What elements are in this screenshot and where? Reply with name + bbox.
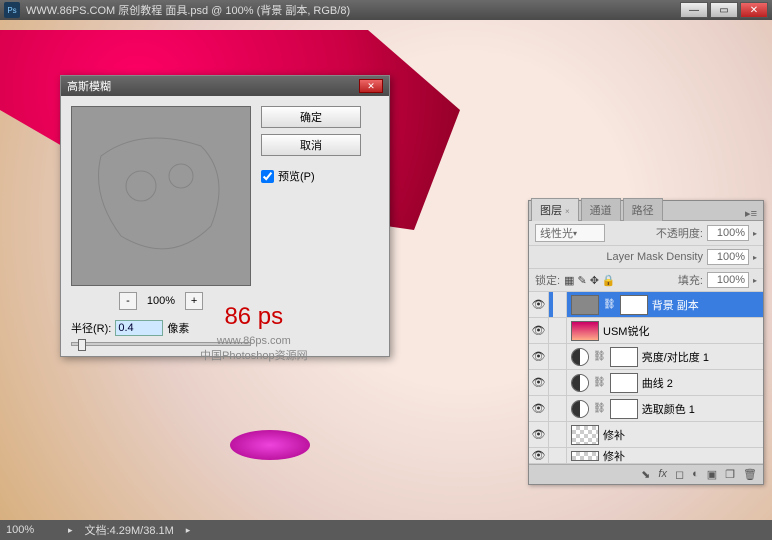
status-menu-icon[interactable]: ▸ bbox=[186, 525, 191, 536]
visibility-toggle[interactable]: 👁 bbox=[529, 370, 549, 395]
slider-thumb[interactable] bbox=[78, 339, 86, 351]
layer-row[interactable]: 👁 修补 bbox=[529, 448, 763, 464]
layer-name[interactable]: 修补 bbox=[603, 448, 759, 464]
preview-zoom-value: 100% bbox=[147, 295, 175, 307]
layer-row[interactable]: 👁 修补 bbox=[529, 422, 763, 448]
blend-mode-select[interactable]: 线性光 ▾ bbox=[535, 224, 605, 242]
tab-paths[interactable]: 路径 bbox=[623, 198, 663, 221]
mask-density-label: Layer Mask Density bbox=[606, 251, 703, 263]
layer-row[interactable]: 👁 ⛓ 亮度/对比度 1 bbox=[529, 344, 763, 370]
opacity-arrow-icon[interactable]: ▸ bbox=[753, 229, 757, 238]
visibility-toggle[interactable]: 👁 bbox=[529, 344, 549, 369]
layer-thumb[interactable] bbox=[571, 321, 599, 341]
maximize-button[interactable]: ▭ bbox=[710, 2, 738, 18]
window-title: WWW.86PS.COM 原创教程 面具.psd @ 100% (背景 副本, … bbox=[26, 2, 680, 18]
fill-value[interactable]: 100% bbox=[707, 272, 749, 288]
layer-name[interactable]: 曲线 2 bbox=[642, 375, 759, 391]
delete-layer-icon[interactable]: 🗑 bbox=[743, 468, 757, 481]
layer-name[interactable]: USM锐化 bbox=[603, 323, 759, 339]
opacity-label: 不透明度: bbox=[656, 225, 703, 241]
panel-menu-icon[interactable]: ▸≡ bbox=[739, 207, 763, 220]
mask-density-value[interactable]: 100% bbox=[707, 249, 749, 265]
layer-thumb[interactable] bbox=[571, 451, 599, 461]
layer-row[interactable]: 👁 ⛓ 选取颜色 1 bbox=[529, 396, 763, 422]
visibility-toggle[interactable]: 👁 bbox=[529, 292, 549, 317]
fill-label: 填充: bbox=[678, 272, 703, 288]
layer-mask-thumb[interactable] bbox=[610, 399, 638, 419]
app-icon: Ps bbox=[4, 2, 20, 18]
zoom-in-button[interactable]: + bbox=[185, 292, 203, 310]
adjustment-icon[interactable] bbox=[571, 400, 589, 418]
preview-checkbox-label: 预览(P) bbox=[278, 168, 315, 184]
radius-slider[interactable] bbox=[71, 342, 251, 346]
cancel-button[interactable]: 取消 bbox=[261, 134, 361, 156]
adjustment-icon[interactable] bbox=[571, 374, 589, 392]
layer-list[interactable]: 👁 ⛓ 背景 副本 👁 USM锐化 👁 ⛓ 亮度/对比度 1 👁 ⛓ bbox=[529, 292, 763, 464]
radius-unit: 像素 bbox=[167, 320, 189, 336]
close-button[interactable]: ✕ bbox=[740, 2, 768, 18]
layer-row[interactable]: 👁 ⛓ 背景 副本 bbox=[529, 292, 763, 318]
dialog-titlebar[interactable]: 高斯模糊 ✕ bbox=[61, 76, 389, 96]
link-layers-icon[interactable]: ⬊ bbox=[641, 468, 650, 481]
new-layer-icon[interactable]: ❐ bbox=[725, 468, 735, 481]
dialog-close-button[interactable]: ✕ bbox=[359, 79, 383, 93]
preview-checkbox[interactable] bbox=[261, 170, 274, 183]
gaussian-blur-dialog: 高斯模糊 ✕ - 100% + 半径(R): 像素 bbox=[60, 75, 390, 357]
adjustment-layer-icon[interactable]: ◐ bbox=[692, 468, 699, 481]
group-icon[interactable]: ▣ bbox=[707, 468, 717, 481]
visibility-toggle[interactable]: 👁 bbox=[529, 318, 549, 343]
radius-label: 半径(R): bbox=[71, 320, 111, 336]
doc-info: 文档:4.29M/38.1M bbox=[85, 522, 174, 538]
layer-mask-thumb[interactable] bbox=[610, 373, 638, 393]
opacity-value[interactable]: 100% bbox=[707, 225, 749, 241]
layer-name[interactable]: 亮度/对比度 1 bbox=[642, 349, 759, 365]
adjustment-icon[interactable] bbox=[571, 348, 589, 366]
layer-row[interactable]: 👁 ⛓ 曲线 2 bbox=[529, 370, 763, 396]
minimize-button[interactable]: — bbox=[680, 2, 708, 18]
status-bar: 100% ▸ 文档:4.29M/38.1M ▸ bbox=[0, 520, 772, 540]
layer-thumb[interactable] bbox=[571, 425, 599, 445]
zoom-level[interactable]: 100% bbox=[6, 524, 56, 536]
visibility-toggle[interactable]: 👁 bbox=[529, 448, 549, 463]
title-bar: Ps WWW.86PS.COM 原创教程 面具.psd @ 100% (背景 副… bbox=[0, 0, 772, 20]
layer-thumb[interactable] bbox=[571, 295, 599, 315]
lips-graphic bbox=[230, 430, 310, 460]
tab-layers[interactable]: 图层× bbox=[531, 198, 579, 221]
lock-label: 锁定: bbox=[535, 272, 560, 288]
visibility-toggle[interactable]: 👁 bbox=[529, 422, 549, 447]
layer-mask-thumb[interactable] bbox=[620, 295, 648, 315]
lock-brush-icon[interactable]: ✎ bbox=[577, 274, 586, 287]
lock-all-icon[interactable]: 🔒 bbox=[602, 274, 616, 287]
panel-footer: ⬊ fx ◻ ◐ ▣ ❐ 🗑 bbox=[529, 464, 763, 484]
lock-transparency-icon[interactable]: ▦ bbox=[564, 274, 574, 287]
mask-icon[interactable]: ◻ bbox=[675, 468, 684, 481]
layer-name[interactable]: 修补 bbox=[603, 427, 759, 443]
ok-button[interactable]: 确定 bbox=[261, 106, 361, 128]
layer-row[interactable]: 👁 USM锐化 bbox=[529, 318, 763, 344]
blur-preview[interactable] bbox=[71, 106, 251, 286]
visibility-toggle[interactable]: 👁 bbox=[529, 396, 549, 421]
tab-channels[interactable]: 通道 bbox=[581, 198, 621, 221]
status-arrow-icon[interactable]: ▸ bbox=[68, 525, 73, 536]
layer-name[interactable]: 选取颜色 1 bbox=[642, 401, 759, 417]
radius-input[interactable] bbox=[115, 320, 163, 336]
zoom-out-button[interactable]: - bbox=[119, 292, 137, 310]
lock-move-icon[interactable]: ✥ bbox=[590, 274, 599, 287]
layer-mask-thumb[interactable] bbox=[610, 347, 638, 367]
mask-link-icon[interactable]: ⛓ bbox=[603, 299, 616, 310]
layers-panel: 图层× 通道 路径 ▸≡ 线性光 ▾ 不透明度: 100% ▸ Layer Ma… bbox=[528, 200, 764, 485]
layer-name[interactable]: 背景 副本 bbox=[652, 297, 759, 313]
fx-icon[interactable]: fx bbox=[658, 468, 667, 481]
dialog-title: 高斯模糊 bbox=[67, 78, 359, 94]
